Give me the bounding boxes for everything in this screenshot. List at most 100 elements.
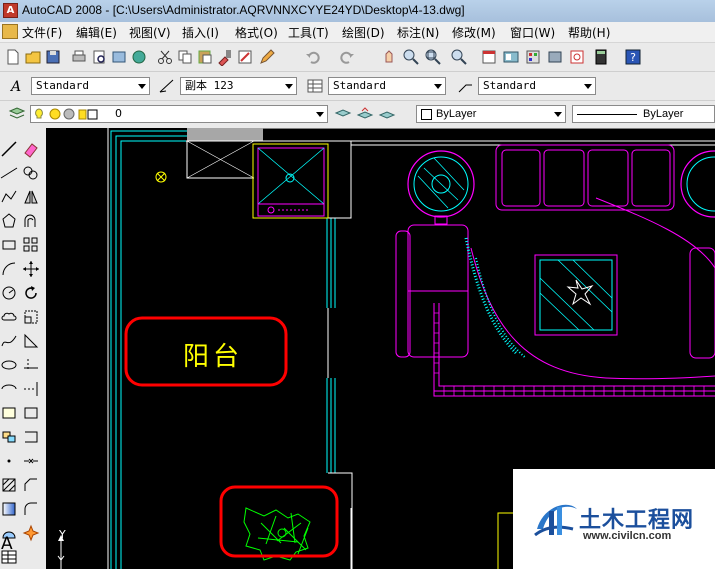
- menu-view[interactable]: 视图(V): [129, 24, 171, 41]
- break-at-point-icon[interactable]: [22, 404, 40, 422]
- help-icon[interactable]: ?: [624, 48, 642, 66]
- undo-icon[interactable]: [304, 48, 322, 66]
- menu-modify[interactable]: 修改(M): [452, 24, 496, 41]
- menu-tools[interactable]: 工具(T): [288, 24, 329, 41]
- break-icon[interactable]: [22, 428, 40, 446]
- spline-icon[interactable]: [0, 332, 18, 350]
- move-icon[interactable]: [22, 260, 40, 278]
- table-style-icon[interactable]: [306, 77, 324, 95]
- revision-cloud-icon[interactable]: [0, 308, 18, 326]
- design-center-icon[interactable]: [502, 48, 520, 66]
- markup-icon[interactable]: [568, 48, 586, 66]
- dim-style-value: 副本 123: [185, 79, 234, 92]
- stretch-icon[interactable]: [22, 332, 40, 350]
- ellipse-arc-icon[interactable]: [0, 380, 18, 398]
- menu-help[interactable]: 帮助(H): [568, 24, 610, 41]
- menu-draw[interactable]: 绘图(D): [342, 24, 385, 41]
- document-menu-icon[interactable]: [2, 24, 18, 39]
- copy-object-icon[interactable]: [22, 164, 40, 182]
- ellipse-icon[interactable]: [0, 356, 18, 374]
- redo-icon[interactable]: [338, 48, 356, 66]
- mirror-icon[interactable]: [22, 188, 40, 206]
- rectangle-icon[interactable]: [0, 236, 18, 254]
- menu-format[interactable]: 格式(O): [235, 24, 278, 41]
- make-object-layer-current-icon[interactable]: [334, 105, 352, 123]
- color-select[interactable]: ByLayer: [416, 105, 566, 123]
- menu-insert[interactable]: 插入(I): [182, 24, 219, 41]
- menu-dimension[interactable]: 标注(N): [397, 24, 439, 41]
- layer-state-icons: [35, 108, 98, 120]
- hatch-icon[interactable]: [0, 476, 18, 494]
- multiline-text-tool[interactable]: A: [1, 534, 13, 554]
- menu-file[interactable]: 文件(F): [22, 24, 62, 41]
- plot-preview-icon[interactable]: [90, 48, 108, 66]
- construction-line-icon[interactable]: [0, 164, 18, 182]
- text-style-value: Standard: [36, 79, 89, 92]
- polyline-icon[interactable]: [0, 188, 18, 206]
- insert-block-icon[interactable]: [0, 404, 18, 422]
- menu-edit[interactable]: 编辑(E): [76, 24, 117, 41]
- fillet-icon[interactable]: [22, 500, 40, 518]
- explode-icon[interactable]: [22, 524, 40, 542]
- pencil-icon[interactable]: [258, 48, 276, 66]
- make-block-icon[interactable]: [0, 428, 18, 446]
- draw-modify-toolbars: [0, 128, 47, 569]
- cut-icon[interactable]: [156, 48, 174, 66]
- calculator-icon[interactable]: [592, 48, 610, 66]
- polygon-icon[interactable]: [0, 212, 18, 230]
- color-value: ByLayer: [436, 108, 477, 120]
- extend-icon[interactable]: [22, 380, 40, 398]
- layer-select[interactable]: 0: [30, 105, 328, 123]
- rotate-icon[interactable]: [22, 284, 40, 302]
- zoom-window-icon[interactable]: [424, 48, 442, 66]
- arc-icon[interactable]: [0, 260, 18, 278]
- copy-icon[interactable]: [176, 48, 194, 66]
- multileader-style-icon[interactable]: [456, 77, 474, 95]
- linetype-value: ByLayer: [643, 108, 684, 120]
- autocad-app-icon[interactable]: A: [3, 3, 18, 18]
- scale-icon[interactable]: [22, 308, 40, 326]
- publish-icon[interactable]: [110, 48, 128, 66]
- 3d-dwf-icon[interactable]: [130, 48, 148, 66]
- watermark: 土木工程网 www.civilcn.com: [513, 469, 715, 569]
- linetype-select[interactable]: ByLayer: [572, 105, 715, 123]
- plot-icon[interactable]: [70, 48, 88, 66]
- styles-toolbar: A Standard 副本 123 Standard Standard: [0, 72, 715, 101]
- open-icon[interactable]: [24, 48, 42, 66]
- circle-icon[interactable]: [0, 284, 18, 302]
- tool-palettes-icon[interactable]: [524, 48, 542, 66]
- line-icon[interactable]: [0, 140, 18, 158]
- join-icon[interactable]: [22, 452, 40, 470]
- layer-previous-icon[interactable]: [356, 105, 374, 123]
- dim-style-icon[interactable]: [158, 77, 176, 95]
- match-properties-icon[interactable]: [216, 48, 234, 66]
- offset-icon[interactable]: [22, 212, 40, 230]
- table-style-select[interactable]: Standard: [328, 77, 446, 95]
- block-editor-icon[interactable]: [236, 48, 254, 66]
- dim-style-select[interactable]: 副本 123: [180, 77, 297, 95]
- save-icon[interactable]: [44, 48, 62, 66]
- new-icon[interactable]: [4, 48, 22, 66]
- ucs-y-label: Y: [59, 528, 66, 541]
- paste-icon[interactable]: [196, 48, 214, 66]
- multileader-style-value: Standard: [483, 79, 536, 92]
- point-icon[interactable]: [0, 452, 18, 470]
- menu-window[interactable]: 窗口(W): [510, 24, 555, 41]
- gradient-icon[interactable]: [0, 500, 18, 518]
- layer-manager-icon[interactable]: [8, 105, 26, 123]
- color-swatch: [421, 108, 432, 120]
- text-style-select[interactable]: Standard: [31, 77, 150, 95]
- erase-icon[interactable]: [22, 140, 40, 158]
- layer-states-icon[interactable]: [378, 105, 396, 123]
- chamfer-icon[interactable]: [22, 476, 40, 494]
- civilcn-logo-icon: [534, 504, 577, 537]
- trim-icon[interactable]: [22, 356, 40, 374]
- text-style-icon[interactable]: A: [8, 77, 26, 95]
- properties-icon[interactable]: [480, 48, 498, 66]
- multileader-style-select[interactable]: Standard: [478, 77, 596, 95]
- zoom-previous-icon[interactable]: [450, 48, 468, 66]
- pan-icon[interactable]: [380, 48, 398, 66]
- array-icon[interactable]: [22, 236, 40, 254]
- zoom-realtime-icon[interactable]: [402, 48, 420, 66]
- sheet-set-icon[interactable]: [546, 48, 564, 66]
